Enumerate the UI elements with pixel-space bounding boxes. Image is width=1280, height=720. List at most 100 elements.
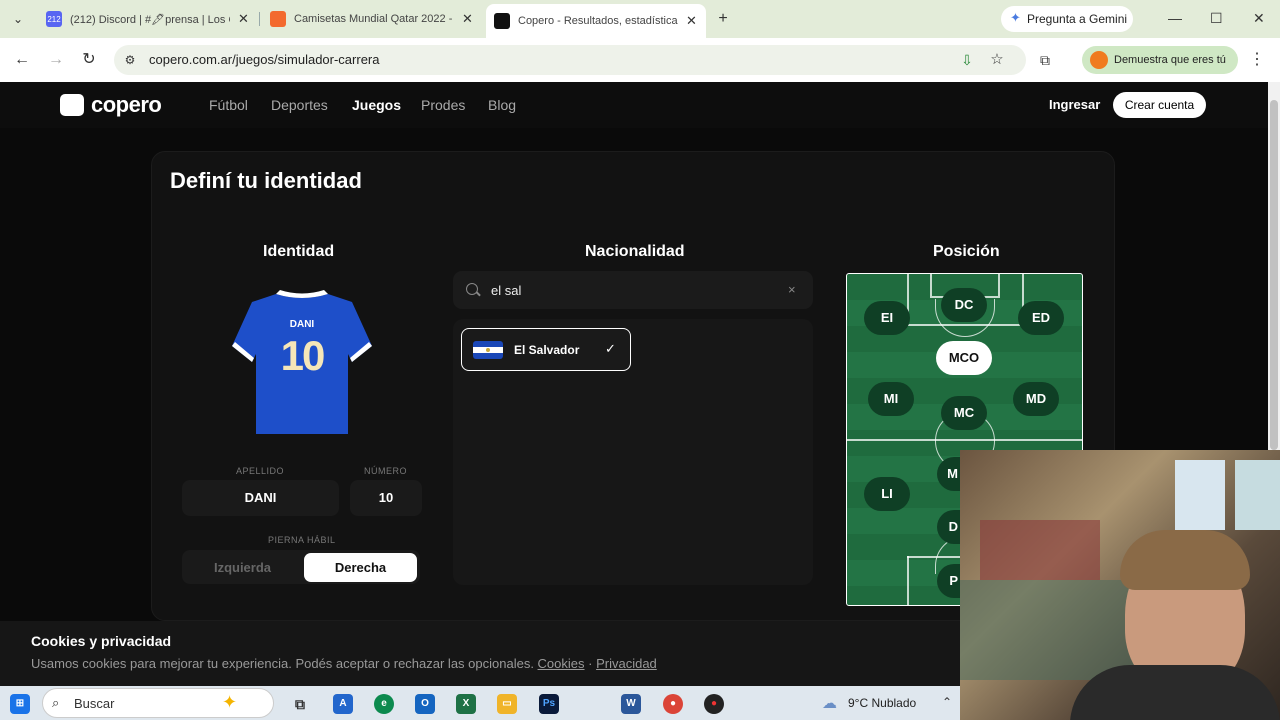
search-icon — [466, 283, 478, 295]
file-explorer-icon[interactable]: ▭ — [497, 694, 517, 714]
taskbar-search-label[interactable]: Buscar — [74, 696, 114, 711]
scrollbar-thumb[interactable] — [1270, 100, 1278, 450]
nav-futbol[interactable]: Fútbol — [209, 97, 248, 113]
position-li[interactable]: LI — [864, 477, 910, 511]
window-light — [1235, 460, 1280, 530]
el-salvador-flag-icon — [473, 341, 503, 359]
login-link[interactable]: Ingresar — [1049, 97, 1100, 112]
forward-arrow-icon[interactable]: → — [46, 50, 66, 70]
app-icon-blue[interactable]: A — [333, 694, 353, 714]
install-app-icon[interactable]: ⇩ — [957, 50, 977, 70]
numero-field[interactable]: 10 — [350, 480, 422, 516]
tab-copero[interactable]: Copero - Resultados, estadísticas, a ✕ — [486, 4, 706, 38]
extensions-icon[interactable]: ⧉ — [1035, 50, 1055, 70]
photoshop-icon[interactable]: Ps — [539, 694, 559, 714]
pitch-line — [930, 274, 932, 296]
nav-deportes[interactable]: Deportes — [271, 97, 328, 113]
reload-icon[interactable]: ↻ — [79, 50, 99, 70]
url-text[interactable]: copero.com.ar/juegos/simulador-carrera — [149, 52, 379, 67]
outlook-icon[interactable]: O — [415, 694, 435, 714]
position-mi[interactable]: MI — [868, 382, 914, 416]
cookie-text: Usamos cookies para mejorar tu experienc… — [31, 656, 657, 671]
tab-discord[interactable]: 212 (212) Discord | #🖋prensa | Los Ca ✕ — [38, 6, 258, 32]
position-ed[interactable]: ED — [1018, 301, 1064, 335]
position-dc[interactable]: DC — [941, 288, 987, 322]
new-tab-button[interactable]: + — [713, 9, 733, 29]
privacidad-link[interactable]: Privacidad — [596, 656, 657, 671]
shelf-items — [980, 520, 1100, 580]
check-icon: ✓ — [605, 341, 616, 356]
nav-juegos[interactable]: Juegos — [352, 97, 401, 113]
nationality-option-label: El Salvador — [514, 343, 580, 357]
close-window-icon[interactable]: ✕ — [1253, 10, 1265, 27]
chrome-icon[interactable]: ● — [663, 694, 683, 714]
shelf-items — [960, 580, 1140, 680]
tab-title: (212) Discord | #🖋prensa | Los Ca — [70, 13, 230, 26]
izquierda-option[interactable]: Izquierda — [185, 553, 300, 582]
nav-blog[interactable]: Blog — [488, 97, 516, 113]
word-icon[interactable]: W — [621, 694, 641, 714]
position-mc[interactable]: MC — [941, 396, 987, 430]
weather-cloud-icon: ☁ — [822, 695, 837, 712]
gemini-sparkle-icon: ✦ — [1010, 10, 1021, 25]
derecha-option[interactable]: Derecha — [304, 553, 417, 582]
profile-verify-button[interactable]: Demuestra que eres tú — [1082, 46, 1238, 74]
copero-logo-icon[interactable] — [60, 94, 84, 116]
create-account-button[interactable]: Crear cuenta — [1113, 92, 1206, 118]
close-tab-icon[interactable]: ✕ — [238, 11, 249, 27]
maximize-icon[interactable]: ☐ — [1210, 10, 1223, 27]
gemini-button[interactable]: ✦ Pregunta a Gemini — [1001, 6, 1133, 32]
browser-menu-icon[interactable]: ⋮ — [1247, 50, 1267, 70]
copero-favicon-icon — [494, 13, 510, 29]
jersey-name: DANI — [289, 319, 315, 330]
tab-title: Copero - Resultados, estadísticas, a — [518, 15, 678, 27]
bookmark-star-icon[interactable]: ☆ — [987, 50, 1007, 70]
cookies-link[interactable]: Cookies — [538, 656, 585, 671]
weather-text[interactable]: 9°C Nublado — [848, 696, 916, 710]
person-shirt — [1070, 665, 1280, 720]
windows-start-icon[interactable]: ⊞ — [10, 694, 30, 714]
nav-prodes[interactable]: Prodes — [421, 97, 465, 113]
profile-verify-label: Demuestra que eres tú — [1114, 54, 1226, 66]
tray-chevron-icon[interactable]: ⌃ — [942, 695, 952, 709]
jersey-number: 10 — [280, 332, 326, 379]
position-ei[interactable]: EI — [864, 301, 910, 335]
apellido-label: APELLIDO — [236, 466, 285, 476]
tab-title: Camisetas Mundial Qatar 2022 - H — [294, 13, 454, 25]
position-md[interactable]: MD — [1013, 382, 1059, 416]
nationality-search-input[interactable]: el sal — [491, 283, 521, 298]
clear-search-icon[interactable]: × — [788, 282, 796, 297]
excel-icon[interactable]: X — [456, 694, 476, 714]
edge-icon[interactable]: e — [374, 694, 394, 714]
back-arrow-icon[interactable]: ← — [12, 50, 32, 70]
tab-camisetas[interactable]: Camisetas Mundial Qatar 2022 - H ✕ — [262, 6, 482, 32]
site-settings-icon[interactable]: ⚙ — [120, 50, 140, 70]
person-hair — [1120, 530, 1250, 590]
identidad-title: Identidad — [263, 243, 335, 260]
pierna-label: PIERNA HÁBIL — [268, 535, 336, 545]
pitch-line — [907, 556, 909, 605]
app-icon-red[interactable]: ● — [704, 694, 724, 714]
window-light — [1175, 460, 1225, 530]
taskbar-search-icon: ⌕ — [52, 695, 60, 710]
tab-list-chevron-icon[interactable]: ⌄ — [8, 9, 28, 29]
position-mco[interactable]: MCO — [936, 341, 992, 375]
tab-divider — [259, 12, 260, 26]
cookie-body: Usamos cookies para mejorar tu experienc… — [31, 656, 538, 671]
close-tab-icon[interactable]: ✕ — [686, 13, 697, 29]
apellido-field[interactable]: DANI — [182, 480, 339, 516]
blogger-icon — [270, 11, 286, 27]
copilot-sparkle-icon[interactable]: ✦ — [222, 692, 237, 713]
site-logo[interactable]: copero — [91, 92, 162, 118]
cookie-separator: · — [584, 656, 597, 671]
close-tab-icon[interactable]: ✕ — [462, 11, 473, 27]
webcam-overlay — [960, 450, 1280, 720]
nacionalidad-title: Nacionalidad — [585, 243, 685, 260]
card-title: Definí tu identidad — [170, 168, 362, 193]
task-view-icon[interactable]: ⧉ — [290, 694, 310, 714]
gemini-label: Pregunta a Gemini — [1027, 12, 1128, 26]
profile-avatar-icon — [1090, 51, 1108, 69]
minimize-icon[interactable]: — — [1168, 10, 1182, 26]
discord-icon: 212 — [46, 11, 62, 27]
cookie-title: Cookies y privacidad — [31, 633, 172, 649]
